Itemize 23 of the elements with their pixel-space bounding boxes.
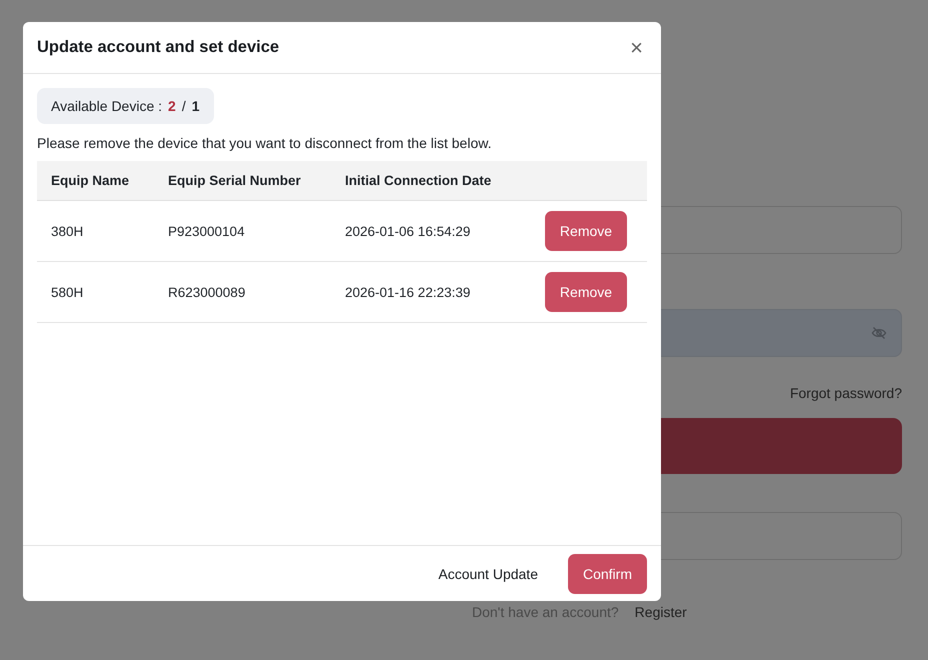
table-cell-text: P923000104 <box>168 224 246 238</box>
available-device-label: Available Device : <box>51 98 162 114</box>
table-cell-text: 580H <box>51 284 84 300</box>
eye-slash-icon[interactable] <box>871 325 887 341</box>
confirm-button[interactable]: Confirm <box>568 554 647 594</box>
dialog-title: Update account and set device <box>37 38 280 57</box>
table-cell-text: 380H <box>51 224 84 238</box>
close-button[interactable]: × <box>626 36 647 58</box>
table-cell-text: R623000089 <box>168 284 246 300</box>
instruction-text: Please remove the device that you want to disconnect from the list below. <box>37 135 492 151</box>
used-count: 2 <box>168 98 176 114</box>
limit-count: 1 <box>192 98 200 114</box>
table-cell-text: 2026-01-06 16:54:29 <box>345 224 472 238</box>
column-header: Initial Connection Date <box>345 173 492 188</box>
column-header: Equip Serial Number <box>168 173 302 188</box>
forgot-password-link[interactable]: Forgot password? <box>790 385 902 401</box>
count-separator: / <box>182 98 186 114</box>
column-header: Equip Name <box>51 173 130 188</box>
table-cell-text: 2026-01-16 22:23:39 <box>345 284 472 300</box>
register-link[interactable]: Register <box>634 604 687 620</box>
remove-button[interactable]: Remove <box>545 211 627 251</box>
account-update-button[interactable]: Account Update <box>424 558 552 590</box>
remove-button[interactable]: Remove <box>545 272 627 312</box>
